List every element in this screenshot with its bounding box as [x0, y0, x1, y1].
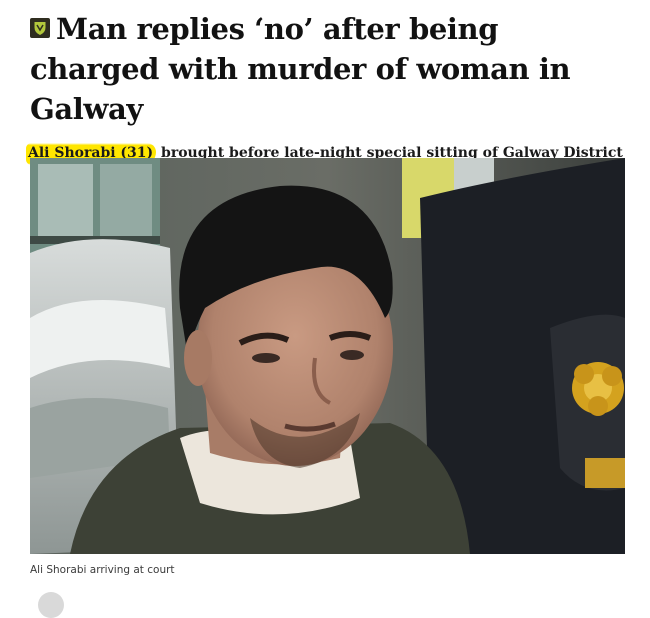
avatar: [38, 592, 64, 618]
headline-text: Man replies ‘no’ after being charged wit…: [30, 12, 571, 126]
headline: Man replies ‘no’ after being charged wit…: [30, 8, 630, 129]
photo-caption: Ali Shorabi arriving at court: [30, 564, 175, 576]
article-photo: [30, 158, 625, 554]
shield-badge-icon: [30, 8, 50, 38]
